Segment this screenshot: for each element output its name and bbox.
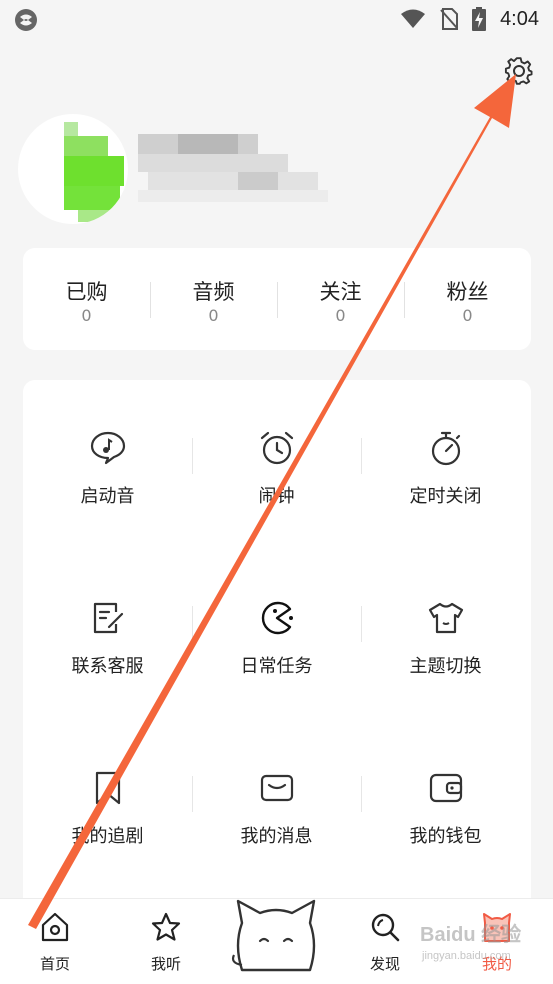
battery-charging-icon bbox=[472, 7, 487, 31]
tshirt-icon bbox=[428, 602, 464, 634]
search-icon bbox=[371, 913, 400, 942]
stat-count: 0 bbox=[335, 306, 346, 325]
grid-item-label: 定时关闭 bbox=[409, 486, 482, 507]
chat-music-icon bbox=[90, 431, 126, 465]
status-bar: 4:04 bbox=[0, 0, 553, 38]
grid-item-label: 日常任务 bbox=[240, 656, 313, 677]
status-time: 4:04 bbox=[500, 7, 539, 30]
grid-item-label: 我的消息 bbox=[240, 826, 313, 847]
cat-mascot-icon[interactable] bbox=[230, 885, 322, 975]
stat-purchased[interactable]: 已购 0 bbox=[23, 248, 150, 350]
nav-label: 首页 bbox=[39, 955, 70, 973]
grid-item-customer-service[interactable]: 联系客服 bbox=[23, 550, 192, 700]
nav-item-discover[interactable]: 发现 bbox=[340, 899, 430, 984]
alarm-clock-icon bbox=[260, 431, 294, 465]
function-grid: 启动音 闹钟 定时关闭 联系客服 日常任务 主题切换 我的追剧 我的消息 我的钱… bbox=[23, 380, 531, 910]
stats-card: 已购 0 音频 0 关注 0 粉丝 0 bbox=[23, 248, 531, 350]
no-sim-icon bbox=[440, 8, 459, 30]
stat-audio[interactable]: 音频 0 bbox=[150, 248, 277, 350]
grid-item-label: 我的追剧 bbox=[71, 826, 144, 847]
pacman-icon bbox=[261, 601, 293, 635]
nav-item-my-listen[interactable]: 我听 bbox=[121, 899, 211, 984]
grid-item-label: 闹钟 bbox=[258, 486, 295, 507]
bookmark-icon bbox=[95, 771, 121, 805]
app-logo-icon bbox=[15, 9, 37, 31]
profile-header[interactable] bbox=[0, 108, 553, 228]
wallet-icon bbox=[429, 773, 463, 803]
avatar[interactable] bbox=[18, 114, 128, 224]
grid-item-label: 主题切换 bbox=[409, 656, 482, 677]
envelope-icon bbox=[260, 774, 294, 802]
star-icon bbox=[151, 912, 181, 941]
gear-icon bbox=[504, 57, 533, 85]
nav-item-home[interactable]: 首页 bbox=[10, 899, 100, 984]
home-icon bbox=[41, 912, 69, 942]
wifi-icon bbox=[401, 9, 426, 28]
stopwatch-icon bbox=[431, 431, 461, 466]
grid-item-daily-tasks[interactable]: 日常任务 bbox=[192, 550, 361, 700]
nav-label: 发现 bbox=[369, 955, 400, 973]
note-edit-icon bbox=[93, 602, 124, 634]
watermark-url: jingyan.baidu.com bbox=[422, 950, 511, 962]
grid-item-label: 启动音 bbox=[80, 486, 135, 507]
grid-item-startup-sound[interactable]: 启动音 bbox=[23, 380, 192, 530]
stat-label: 关注 bbox=[319, 280, 362, 304]
stat-label: 粉丝 bbox=[446, 280, 489, 304]
stat-label: 音频 bbox=[192, 280, 235, 304]
nav-label: 我听 bbox=[150, 955, 181, 973]
watermark-logo: Baidu 经验 bbox=[420, 924, 522, 946]
stat-fans[interactable]: 粉丝 0 bbox=[404, 248, 531, 350]
settings-button[interactable] bbox=[503, 55, 535, 87]
grid-item-timer-off[interactable]: 定时关闭 bbox=[361, 380, 530, 530]
grid-item-label: 我的钱包 bbox=[409, 826, 482, 847]
grid-item-alarm[interactable]: 闹钟 bbox=[192, 380, 361, 530]
grid-item-label: 联系客服 bbox=[71, 656, 144, 677]
stat-following[interactable]: 关注 0 bbox=[277, 248, 404, 350]
stat-label: 已购 bbox=[65, 280, 108, 304]
stat-count: 0 bbox=[462, 306, 473, 325]
stat-count: 0 bbox=[208, 306, 219, 325]
stat-count: 0 bbox=[81, 306, 92, 325]
grid-item-my-messages[interactable]: 我的消息 bbox=[192, 720, 361, 870]
grid-item-theme-switch[interactable]: 主题切换 bbox=[361, 550, 530, 700]
grid-item-my-series[interactable]: 我的追剧 bbox=[23, 720, 192, 870]
grid-item-my-wallet[interactable]: 我的钱包 bbox=[361, 720, 530, 870]
